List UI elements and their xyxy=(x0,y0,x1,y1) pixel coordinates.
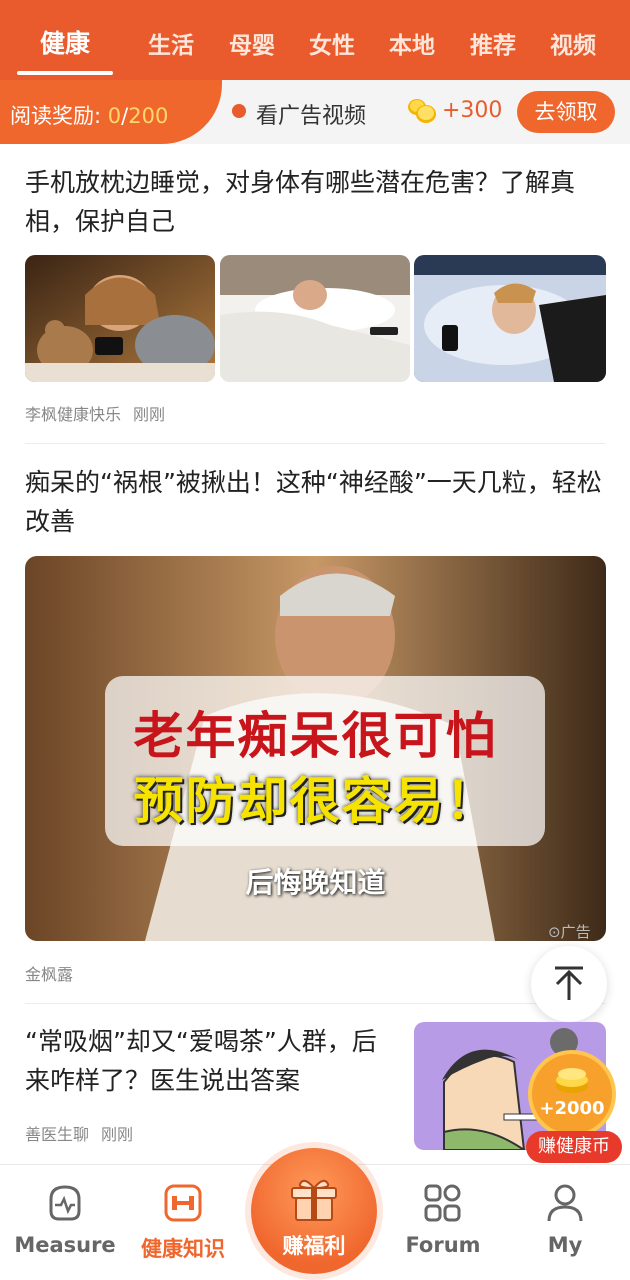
dumbbell-icon xyxy=(164,1184,202,1222)
divider xyxy=(25,1003,605,1004)
arrow-up-icon xyxy=(555,966,583,1000)
article-thumbnail[interactable] xyxy=(25,255,215,382)
floating-coin-amount: +2000 xyxy=(539,1098,605,1119)
article-time: 刚刚 xyxy=(133,405,166,424)
nav-health-knowledge[interactable]: 健康知识 xyxy=(123,1165,243,1280)
nav-earn-rewards-button[interactable]: 赚福利 xyxy=(251,1148,377,1274)
article-title[interactable]: “常吸烟”却又“爱喝茶”人群，后来咋样了？医生说出答案 xyxy=(25,1022,385,1100)
back-to-top-button[interactable] xyxy=(531,946,607,1022)
gift-icon xyxy=(291,1179,337,1221)
floating-coin-reward-button[interactable]: +2000 xyxy=(528,1050,616,1138)
ad-headline-2: 预防却很容易！ xyxy=(133,772,498,830)
man-sleeping-image xyxy=(220,255,410,382)
tab-recommend[interactable]: 推荐 xyxy=(470,26,516,60)
user-icon xyxy=(547,1184,583,1222)
article-author: 善医生聊 xyxy=(25,1125,90,1144)
ad-headline-1: 老年痴呆很可怕 xyxy=(133,707,498,765)
ad-label: ⊙广告 xyxy=(548,921,591,942)
ad-video-dot-icon xyxy=(232,104,246,118)
tab-women[interactable]: 女性 xyxy=(309,26,355,60)
ad-label-text: 广告 xyxy=(560,923,591,941)
reward-total: 200 xyxy=(128,104,169,128)
tab-health[interactable]: 健康 xyxy=(40,24,90,60)
coin-stack-icon xyxy=(556,1068,588,1093)
article-author: 金枫露 xyxy=(25,965,74,984)
category-tabbar: 健康 生活 母婴 女性 本地 推荐 视频 xyxy=(0,0,630,80)
article-title[interactable]: 痴呆的“祸根”被揪出！这种“神经酸”一天几粒，轻松改善 xyxy=(25,463,605,541)
article-title[interactable]: 手机放枕边睡觉，对身体有哪些潜在危害？了解真相，保护自己 xyxy=(25,163,605,241)
active-tab-indicator xyxy=(17,71,113,75)
article-time: 刚刚 xyxy=(101,1125,134,1144)
tab-mother-baby[interactable]: 母婴 xyxy=(229,26,275,60)
watch-ad-video-link[interactable]: 看广告视频 xyxy=(256,98,366,130)
ad-label-icon: ⊙ xyxy=(548,923,561,941)
tab-life[interactable]: 生活 xyxy=(148,26,194,60)
article-thumbnail[interactable] xyxy=(220,255,410,382)
article-meta: 金枫露 xyxy=(25,961,73,985)
article-author: 李枫健康快乐 xyxy=(25,405,122,424)
ad-banner-image[interactable]: 老年痴呆很可怕 预防却很容易！ 后悔晚知道 xyxy=(25,556,606,941)
woman-with-phone-image xyxy=(25,255,215,382)
reading-reward-progress: 阅读奖励: 0/200 xyxy=(10,100,168,130)
tab-video[interactable]: 视频 xyxy=(550,26,596,60)
tab-local[interactable]: 本地 xyxy=(389,26,435,60)
nav-earn-rewards-label: 赚福利 xyxy=(282,1234,346,1258)
nav-my-label: My xyxy=(547,1233,583,1257)
man-phone-in-bed-image xyxy=(414,255,606,382)
reward-current: 0 xyxy=(107,104,122,128)
article-thumbnail[interactable] xyxy=(414,255,606,382)
article-meta: 善医生聊 刚刚 xyxy=(25,1121,133,1145)
ad-caption: 后悔晚知道 xyxy=(245,866,386,899)
reading-reward-pill: 阅读奖励: 0/200 xyxy=(0,80,222,144)
heart-monitor-icon xyxy=(49,1185,81,1221)
nav-my[interactable]: My xyxy=(505,1165,625,1280)
article-meta: 李枫健康快乐 刚刚 xyxy=(25,401,165,425)
divider xyxy=(25,443,605,444)
earn-health-coin-badge[interactable]: 赚健康币 xyxy=(526,1131,622,1163)
nav-forum[interactable]: Forum xyxy=(383,1165,503,1280)
nav-forum-label: Forum xyxy=(405,1233,481,1257)
ad-coin-reward: +300 xyxy=(442,98,503,123)
reward-label: 阅读奖励: xyxy=(10,104,102,128)
claim-reward-button[interactable]: 去领取 xyxy=(517,91,615,133)
coins-icon xyxy=(408,99,436,123)
nav-measure-label: Measure xyxy=(14,1233,116,1257)
nav-measure[interactable]: Measure xyxy=(5,1165,125,1280)
nav-health-knowledge-label: 健康知识 xyxy=(141,1237,225,1261)
grid-icon xyxy=(424,1184,461,1222)
